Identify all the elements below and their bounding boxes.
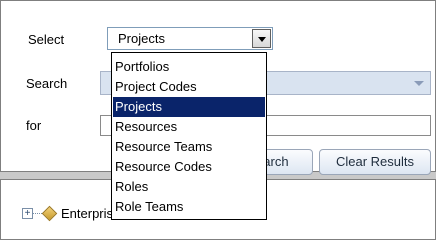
search-label: Search [26,76,68,91]
dropdown-option-role-teams[interactable]: Role Teams [112,197,266,217]
dropdown-option-resource-codes[interactable]: Resource Codes [112,157,266,177]
dropdown-option-projects[interactable]: Projects [113,97,265,117]
for-label: for [26,118,42,133]
dropdown-option-project-codes[interactable]: Project Codes [112,77,266,97]
tree-root-node[interactable]: + Enterprise [22,205,120,222]
clear-results-button[interactable]: Clear Results [319,149,431,175]
chevron-down-icon[interactable] [414,81,424,86]
object-type-dropdown-list: Portfolios Project Codes Projects Resour… [111,52,267,220]
dropdown-option-resource-teams[interactable]: Resource Teams [112,137,266,157]
select-label: Select [28,32,65,47]
object-type-select-value: Projects [118,31,165,46]
dropdown-option-resources[interactable]: Resources [112,117,266,137]
object-type-select[interactable]: Projects [107,27,273,50]
dropdown-option-portfolios[interactable]: Portfolios [112,57,266,77]
chevron-down-icon[interactable] [252,29,271,48]
expand-icon[interactable]: + [22,208,33,219]
dropdown-option-roles[interactable]: Roles [112,177,266,197]
diamond-icon [41,205,58,222]
